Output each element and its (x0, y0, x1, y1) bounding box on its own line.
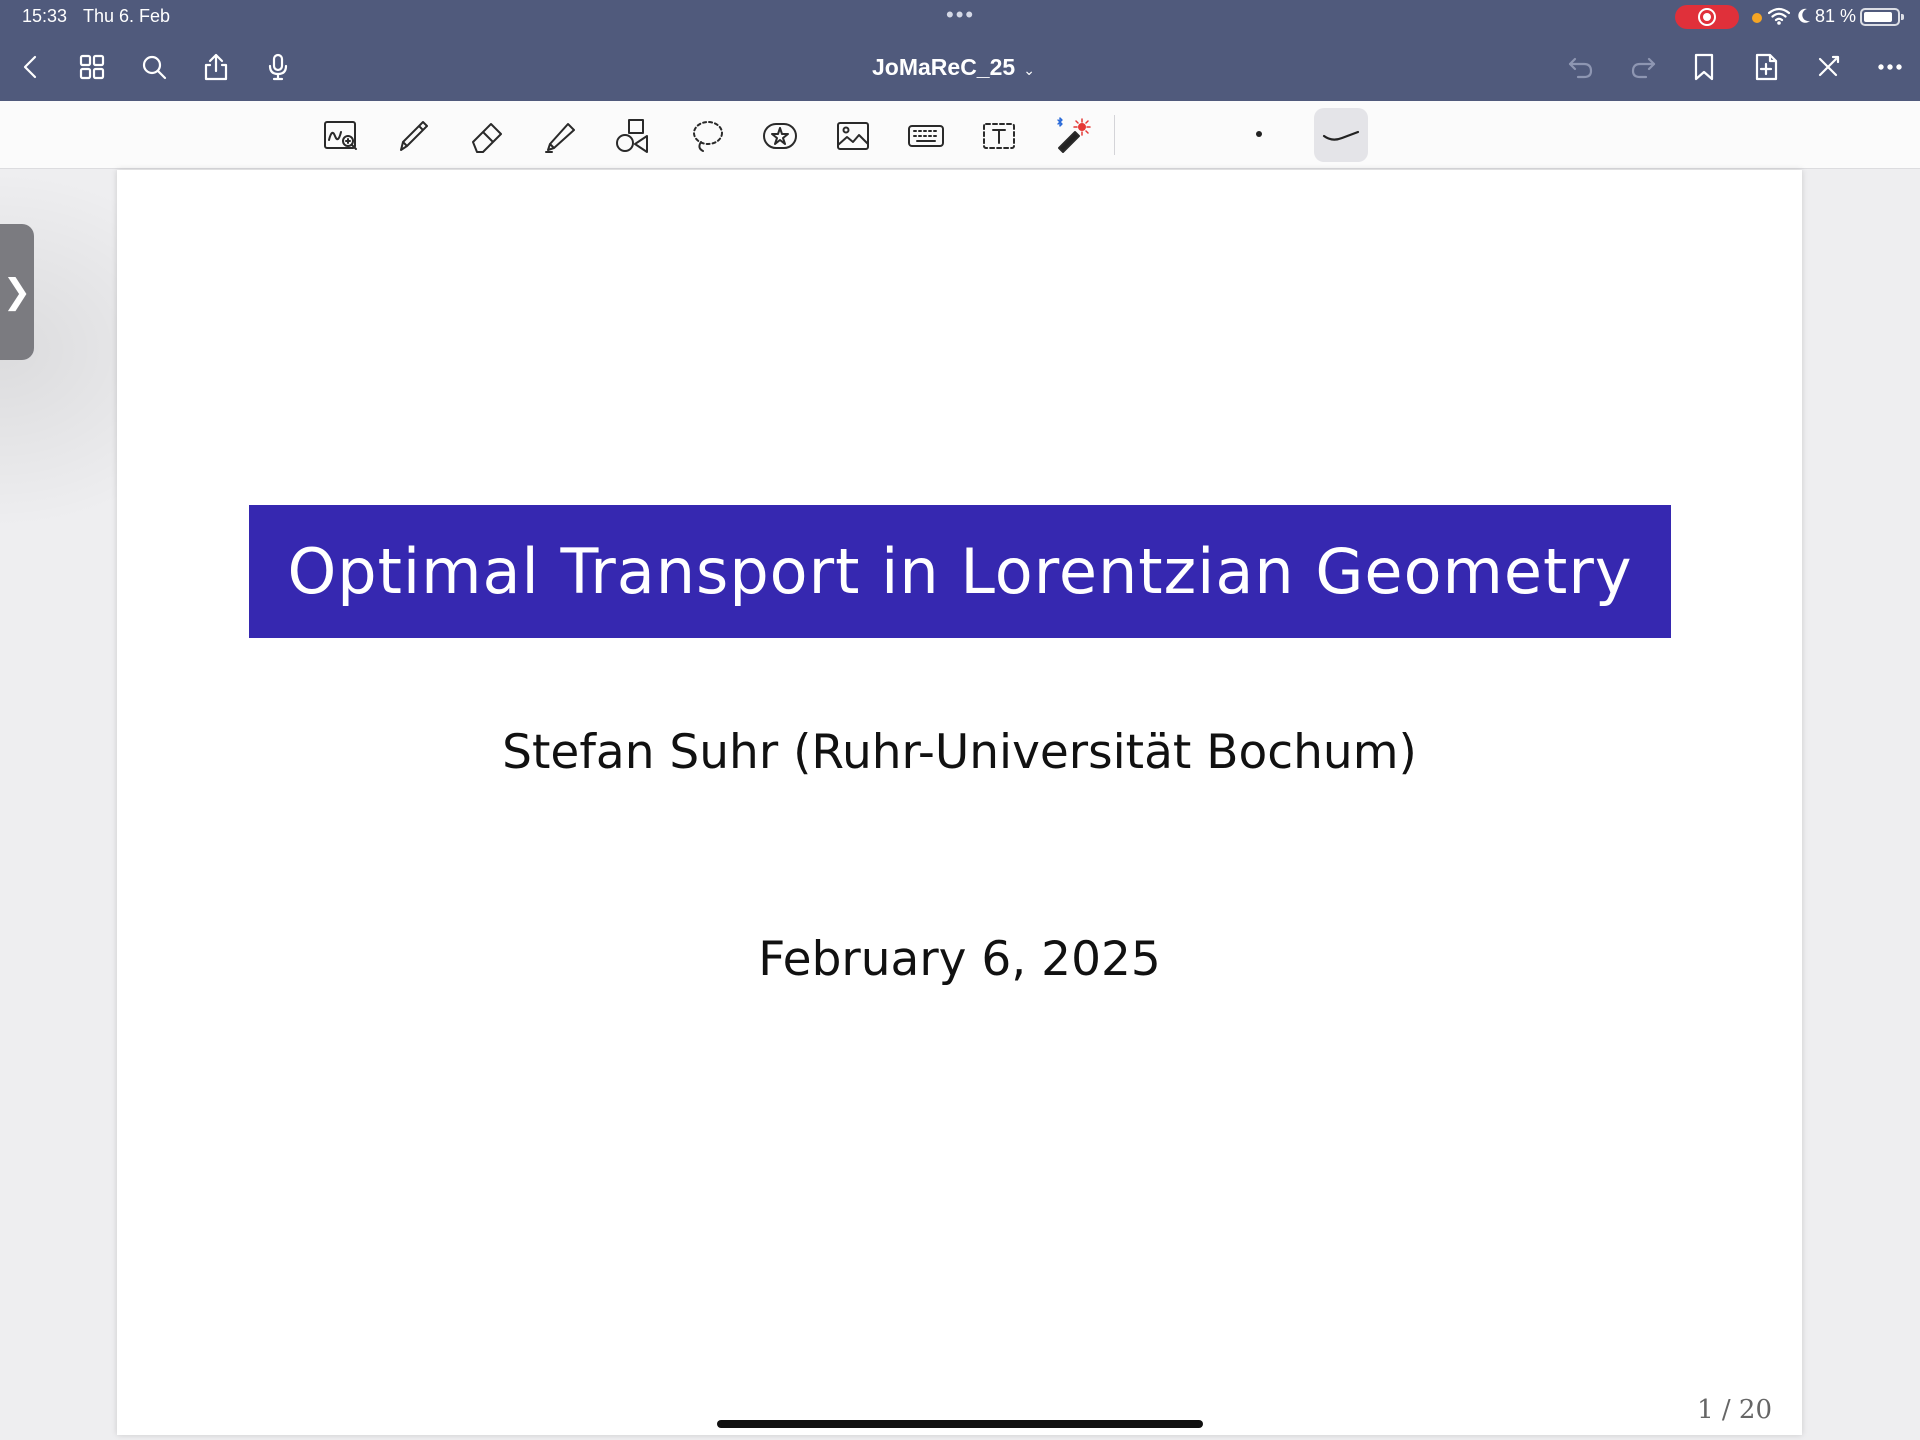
annotation-toolbar (0, 101, 1920, 169)
back-icon[interactable] (10, 46, 52, 88)
shapes-icon[interactable] (610, 113, 656, 159)
lasso-icon[interactable] (684, 113, 730, 159)
grid-icon[interactable] (71, 46, 113, 88)
share-icon[interactable] (195, 46, 237, 88)
battery-icon (1860, 8, 1904, 26)
slide-title-bar: Optimal Transport in Lorentzian Geometry (249, 505, 1671, 638)
redo-icon[interactable] (1622, 46, 1664, 88)
highlighter-icon[interactable] (537, 113, 583, 159)
screen-recording-indicator[interactable] (1675, 5, 1739, 29)
pen-icon[interactable] (390, 113, 436, 159)
slide-author: Stefan Suhr (Ruhr-Universität Bochum) (502, 725, 1417, 780)
microphone-icon[interactable] (257, 46, 299, 88)
multitask-dots[interactable]: ••• (946, 2, 975, 28)
chevron-right-icon: ❯ (2, 273, 32, 311)
sticker-icon[interactable] (757, 113, 803, 159)
document-title: JoMaReC_25 (872, 54, 1016, 80)
add-page-icon[interactable] (1745, 46, 1787, 88)
keyboard-icon[interactable] (903, 113, 949, 159)
status-date: Thu 6. Feb (83, 6, 171, 26)
chevron-down-icon: ⌄ (1023, 62, 1035, 78)
mic-in-use-dot (1752, 13, 1762, 23)
zoom-window-icon[interactable] (318, 113, 364, 159)
status-time: 15:33 (22, 6, 68, 26)
slide-page[interactable]: Optimal Transport in Lorentzian Geometry… (117, 170, 1802, 1435)
moon-icon (1796, 6, 1812, 27)
home-indicator[interactable] (717, 1420, 1203, 1428)
slide-title: Optimal Transport in Lorentzian Geometry (287, 535, 1633, 608)
eraser-icon[interactable] (464, 113, 510, 159)
document-title-menu[interactable]: JoMaReC_25 ⌄ (872, 54, 1035, 81)
close-pen-icon[interactable] (1807, 46, 1849, 88)
undo-icon[interactable] (1560, 46, 1602, 88)
battery-percent: 81 % (1815, 6, 1857, 26)
stroke-style-preset[interactable] (1314, 108, 1368, 162)
more-icon[interactable] (1869, 46, 1911, 88)
slide-date: February 6, 2025 (758, 932, 1161, 987)
page-number: 1 / 20 (1697, 1395, 1772, 1425)
sidebar-toggle[interactable]: ❯ (0, 224, 34, 360)
bookmark-icon[interactable] (1683, 46, 1725, 88)
status-bar: 15:33 Thu 6. Feb ••• 81 % (0, 0, 1920, 34)
toolbar-divider (1114, 115, 1115, 155)
text-box-icon[interactable] (976, 113, 1022, 159)
stroke-size-dot[interactable] (1256, 131, 1262, 137)
nav-bar: JoMaReC_25 ⌄ (0, 34, 1920, 101)
laser-pointer-icon[interactable] (1048, 113, 1094, 159)
search-icon[interactable] (133, 46, 175, 88)
image-icon[interactable] (830, 113, 876, 159)
wifi-icon (1767, 6, 1791, 27)
